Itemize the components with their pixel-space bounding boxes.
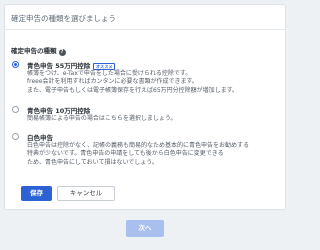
recommended-badge: オススメ <box>93 62 116 71</box>
radio-blue-55[interactable] <box>12 61 19 68</box>
description-line: freee会計を利用すればカンタンに必要な書類が作成できます。 <box>27 78 198 86</box>
description-line: 簡易帳簿による申告の場合はこちらを選択しましょう。 <box>27 115 177 122</box>
section-label-text: 確定申告の種類 <box>11 47 57 55</box>
save-button[interactable]: 保存 <box>21 186 52 201</box>
radio-blue-10[interactable] <box>12 106 19 113</box>
option-title: 白色申告 <box>27 134 53 142</box>
settings-card: 確定申告の種類を選びましょう 確定申告の種類? 青色申告 55万円控除 オススメ … <box>4 4 286 210</box>
option-description: 帳簿をつけ、e-Taxで申告をした場合に受けられる控除です。 freee会計を利… <box>27 70 283 95</box>
section-label: 確定申告の種類? <box>11 45 66 56</box>
next-button[interactable]: 次へ <box>126 220 164 237</box>
option-title-text: 青色申告 55万円控除 <box>27 62 91 70</box>
cancel-button[interactable]: キャンセル <box>57 186 115 201</box>
description-line: 特典が少ないです。青色申告の申請をしても後から白色申告に変更できる <box>27 150 224 158</box>
title-divider <box>5 29 285 30</box>
option-description: 簡易帳簿による申告の場合はこちらを選択しましょう。 <box>27 115 283 123</box>
description-line: また、電子申告もしくは電子帳簿保存を行えば65万円分控除額が増加します。 <box>27 86 239 94</box>
card-title: 確定申告の種類を選びましょう <box>11 14 116 23</box>
option-title: 青色申告 10万円控除 <box>27 107 91 115</box>
option-title: 青色申告 55万円控除 オススメ <box>27 60 116 71</box>
description-line: ため、青色申告にしておいて損はないでしょう。 <box>27 158 158 166</box>
option-description: 白色申告は控除がなく、記帳の義務も簡易的なため基本的に青色申告をお勧めする 特典… <box>27 142 283 167</box>
radio-white[interactable] <box>12 133 19 140</box>
help-icon[interactable]: ? <box>58 48 66 56</box>
